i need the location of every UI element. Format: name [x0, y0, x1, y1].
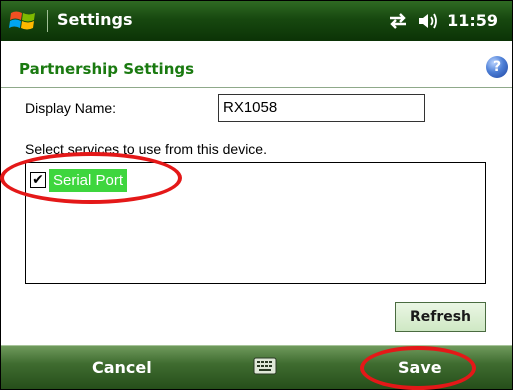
- save-softkey[interactable]: Save: [398, 358, 442, 377]
- title-bar: Settings 11:59: [1, 1, 512, 41]
- serial-port-checkbox[interactable]: ✔: [30, 172, 46, 188]
- services-label: Select services to use from this device.: [25, 141, 267, 157]
- app-title: Settings: [57, 10, 133, 29]
- services-list[interactable]: ✔ Serial Port: [25, 162, 486, 284]
- connectivity-icon[interactable]: [387, 12, 409, 30]
- serial-port-label[interactable]: Serial Port: [49, 168, 128, 192]
- windows-start-icon[interactable]: [9, 8, 37, 34]
- title-separator: [47, 10, 48, 32]
- status-area: 11:59: [387, 11, 498, 30]
- display-name-label: Display Name:: [25, 100, 117, 116]
- display-name-input[interactable]: RX1058: [218, 94, 425, 122]
- page-title: Partnership Settings: [19, 60, 195, 78]
- device-screen: Settings 11:59 Partnership Settings ? Di…: [0, 0, 513, 390]
- volume-icon[interactable]: [417, 12, 439, 30]
- keyboard-icon[interactable]: [253, 357, 277, 375]
- page-header: Partnership Settings ?: [1, 49, 512, 88]
- refresh-button[interactable]: Refresh: [395, 302, 486, 332]
- softkey-bar: Cancel Save: [1, 345, 512, 389]
- list-item-serial-port[interactable]: ✔ Serial Port: [30, 167, 128, 193]
- clock[interactable]: 11:59: [447, 11, 498, 30]
- cancel-softkey[interactable]: Cancel: [92, 358, 152, 377]
- help-icon[interactable]: ?: [486, 56, 508, 78]
